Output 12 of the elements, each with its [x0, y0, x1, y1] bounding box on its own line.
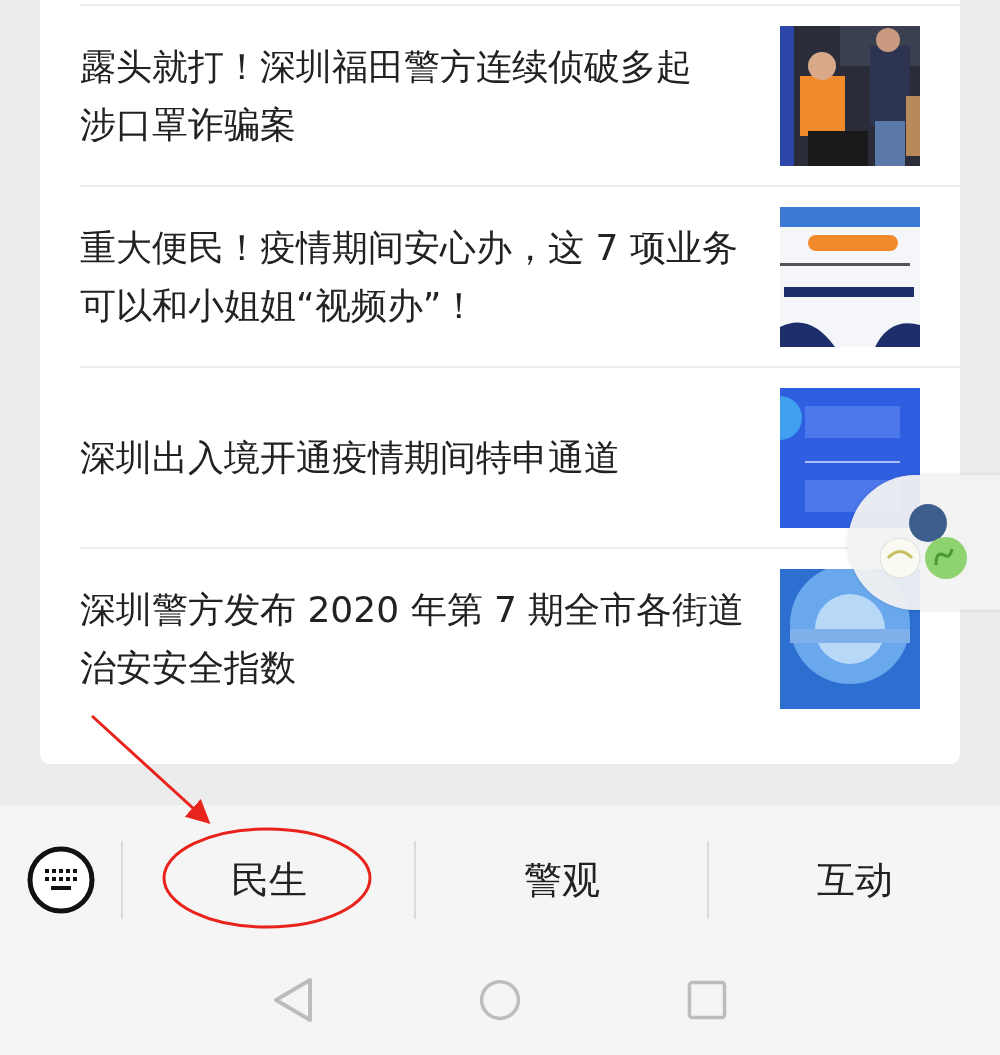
article-title-line[interactable]: 深圳出入境开通疫情期间特申通道 [80, 428, 620, 487]
article-title-line[interactable]: 露头就打！深圳福田警方连续侦破多起 [80, 37, 692, 96]
menu-item[interactable]: 警观 [414, 841, 707, 919]
keyboard-icon[interactable] [27, 846, 95, 914]
menu-item[interactable]: 互动 [707, 841, 1000, 919]
article-title-line[interactable]: 涉口罩诈骗案 [80, 95, 296, 154]
article-title-line[interactable]: 深圳警方发布 2020 年第 7 期全市各街道 [80, 580, 745, 639]
article-title-line[interactable]: 可以和小姐姐“视频办”！ [80, 276, 478, 335]
article-title-line[interactable]: 重大便民！疫情期间安心办，这 7 项业务 [80, 218, 738, 277]
article-title-line[interactable]: 治安安全指数 [80, 638, 296, 697]
menu-item[interactable]: 民生 [121, 841, 414, 919]
floating-widget[interactable] [848, 475, 1000, 610]
